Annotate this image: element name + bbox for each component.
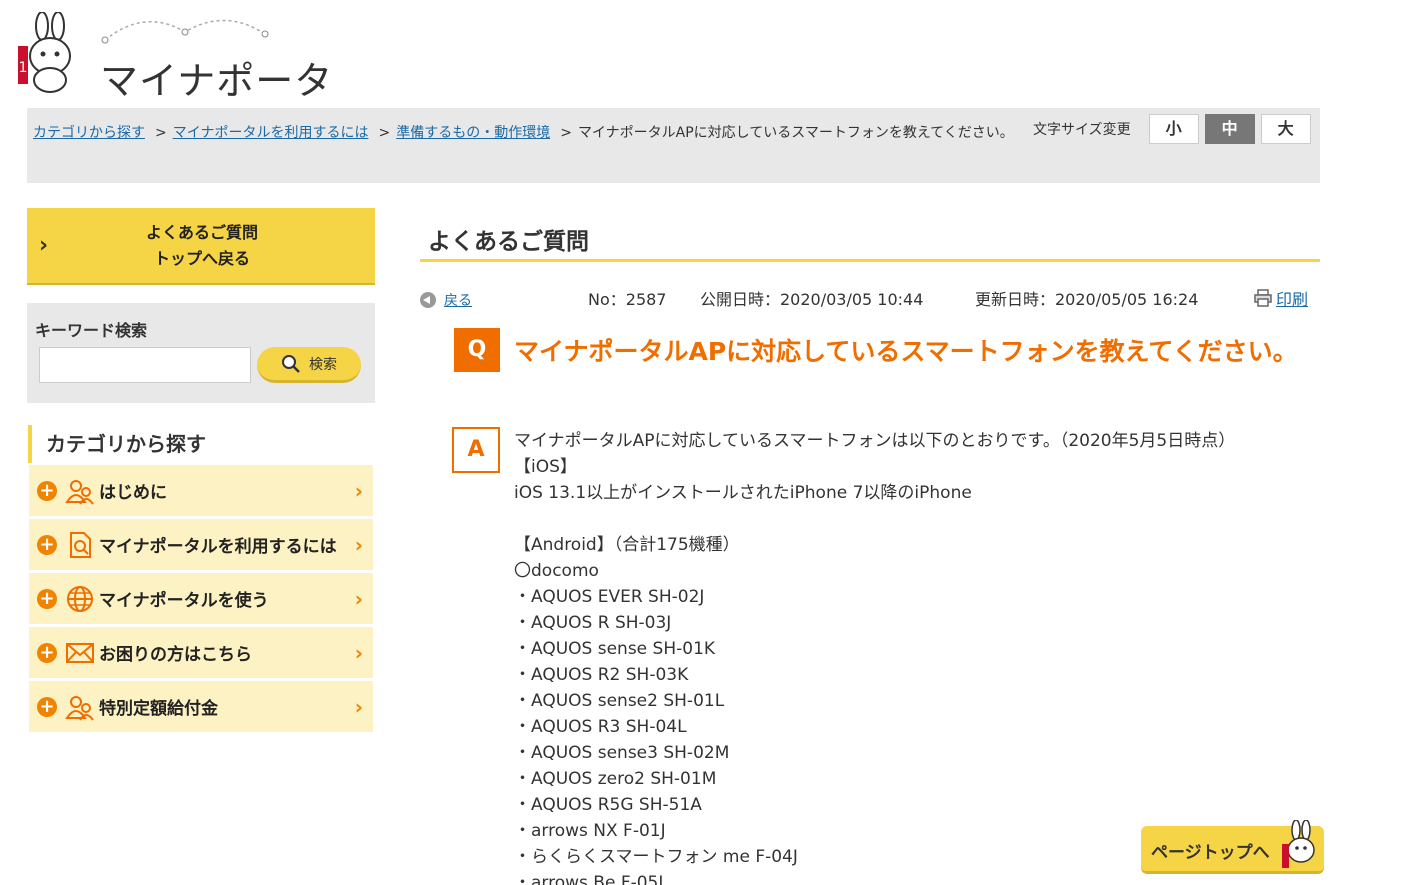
category-item-special-benefit[interactable]: + 特別定額給付金 ›: [29, 681, 373, 732]
category-item-help[interactable]: + お困りの方はこちら ›: [29, 627, 373, 678]
category-title: カテゴリから探す: [28, 425, 368, 463]
chevron-right-icon: ›: [354, 533, 363, 557]
answer-line: [514, 506, 1304, 532]
print-link-label[interactable]: 印刷: [1276, 286, 1308, 310]
category-label: マイナポータルを使う: [99, 591, 269, 611]
people-icon: [65, 479, 94, 505]
answer-line: 【Android】（合計175機種）: [514, 535, 740, 555]
answer-line: ・AQUOS R SH-03J: [514, 613, 672, 633]
logo-arc-decoration: [101, 19, 269, 44]
printer-icon: [1254, 289, 1272, 307]
answer-line: iOS 13.1以上がインストールされたiPhone 7以降のiPhone: [514, 483, 972, 503]
question-badge: Q: [454, 328, 500, 372]
breadcrumb-separator: >: [155, 125, 167, 141]
chevron-right-icon: ›: [354, 587, 363, 611]
plus-icon: +: [37, 480, 57, 501]
chevron-right-icon: ›: [354, 641, 363, 665]
back-link-label[interactable]: 戻る: [444, 290, 472, 310]
answer-line: ・AQUOS sense3 SH-02M: [514, 743, 730, 763]
answer-line: ・AQUOS R5G SH-51A: [514, 795, 702, 815]
category-label: はじめに: [99, 483, 167, 503]
faq-top-label-line1: よくあるご質問: [145, 223, 258, 242]
site-logo[interactable]: 1 マイナポータル: [14, 12, 354, 158]
category-item-how-to-use[interactable]: + マイナポータルを利用するには ›: [29, 519, 373, 570]
faq-top-label: よくあるご質問 トップへ戻る: [87, 220, 317, 272]
rabbit-mascot-icon: 1: [18, 12, 71, 93]
answer-line: ・AQUOS R2 SH-03K: [514, 665, 689, 685]
question-text: マイナポータルAPに対応しているスマートフォンを教えてください。: [514, 337, 1298, 366]
faq-meta: 戻る No：2587 公開日時：2020/03/05 10:44 更新日時：20…: [420, 286, 1320, 312]
plus-icon: +: [37, 534, 57, 555]
search-input[interactable]: [39, 347, 251, 383]
font-size-small-button[interactable]: 小: [1148, 114, 1199, 144]
answer-badge: A: [452, 427, 500, 473]
breadcrumb-separator: >: [378, 125, 391, 141]
published-date: 公開日時：2020/03/05 10:44: [700, 290, 924, 309]
plus-icon: +: [37, 642, 57, 663]
breadcrumb-separator: >: [560, 125, 572, 141]
breadcrumb: カテゴリから探す > マイナポータルを利用するには > 準備するもの・動作環境 > マイナポ…: [27, 108, 1320, 183]
font-size-switcher: 文字サイズ変更 小 中 大: [1033, 114, 1311, 144]
people-icon: [65, 695, 94, 721]
keyword-search-panel: キーワード検索 検索: [27, 303, 375, 403]
faq-top-button[interactable]: › よくあるご質問 トップへ戻る: [27, 208, 375, 285]
answer-body: マイナポータルAPに対応しているスマートフォンは以下のとおりです。（2020年5…: [514, 428, 1304, 885]
faq-number: No：2587: [588, 290, 667, 309]
answer-line: ・AQUOS sense2 SH-01L: [514, 691, 725, 711]
chevron-right-icon: ›: [354, 479, 363, 503]
category-label: マイナポータルを利用するには: [99, 537, 337, 557]
search-button-label: 検索: [309, 356, 337, 373]
updated-date: 更新日時：2020/05/05 16:24: [975, 290, 1199, 309]
faq-top-label-line2: トップへ戻る: [153, 249, 250, 268]
page-top-button[interactable]: ページトップへ: [1141, 820, 1324, 874]
globe-icon: [67, 585, 93, 612]
back-arrow-icon: [420, 292, 436, 308]
category-list: + はじめに › + マイナポータルを利用するには › + マイナポータルを使う…: [29, 465, 373, 735]
answer-line: ・AQUOS EVER SH-02J: [514, 587, 705, 607]
search-button[interactable]: 検索: [257, 347, 361, 383]
chevron-right-icon: ›: [354, 695, 363, 719]
page-top-label: ページトップへ: [1151, 843, 1270, 863]
chevron-right-icon: ›: [39, 233, 49, 258]
breadcrumb-item-requirements[interactable]: 準備するもの・動作環境: [396, 125, 550, 141]
envelope-icon: [66, 642, 94, 663]
back-link[interactable]: 戻る: [420, 290, 472, 310]
category-item-getting-started[interactable]: + はじめに ›: [29, 465, 373, 516]
search-icon: [282, 354, 300, 373]
svg-text:1: 1: [19, 60, 28, 76]
document-icon: [70, 531, 91, 558]
rabbit-mascot-icon: [1282, 820, 1315, 868]
font-size-large-button[interactable]: 大: [1260, 114, 1311, 144]
breadcrumb-item-category[interactable]: カテゴリから探す: [33, 125, 145, 141]
category-label: お困りの方はこちら: [99, 645, 252, 665]
answer-line: ・AQUOS R3 SH-04L: [514, 717, 687, 737]
font-size-medium-button[interactable]: 中: [1204, 114, 1255, 144]
answer-line: 〇docomo: [514, 561, 599, 581]
plus-icon: +: [37, 588, 57, 609]
breadcrumb-item-how-to-use[interactable]: マイナポータルを利用するには: [173, 125, 369, 141]
answer-line: 【iOS】: [514, 457, 577, 477]
breadcrumb-current: マイナポータルAPに対応しているスマートフォンを教えてください。: [577, 125, 1014, 141]
font-size-label: 文字サイズ変更: [1033, 122, 1131, 138]
keyword-search-title: キーワード検索: [35, 321, 148, 340]
answer-line: マイナポータルAPに対応しているスマートフォンは以下のとおりです。（2020年5…: [514, 431, 1236, 451]
plus-icon: +: [37, 696, 57, 717]
breadcrumb-trail: カテゴリから探す > マイナポータルを利用するには > 準備するもの・動作環境 > マイナポ…: [33, 118, 1033, 148]
answer-line: ・AQUOS zero2 SH-01M: [514, 769, 717, 789]
print-link[interactable]: 印刷: [1254, 286, 1308, 310]
category-item-use-portal[interactable]: + マイナポータルを使う ›: [29, 573, 373, 624]
answer-line: ・AQUOS sense SH-01K: [514, 639, 716, 659]
category-label: 特別定額給付金: [99, 699, 218, 719]
page-title: よくあるご質問: [420, 222, 1320, 262]
